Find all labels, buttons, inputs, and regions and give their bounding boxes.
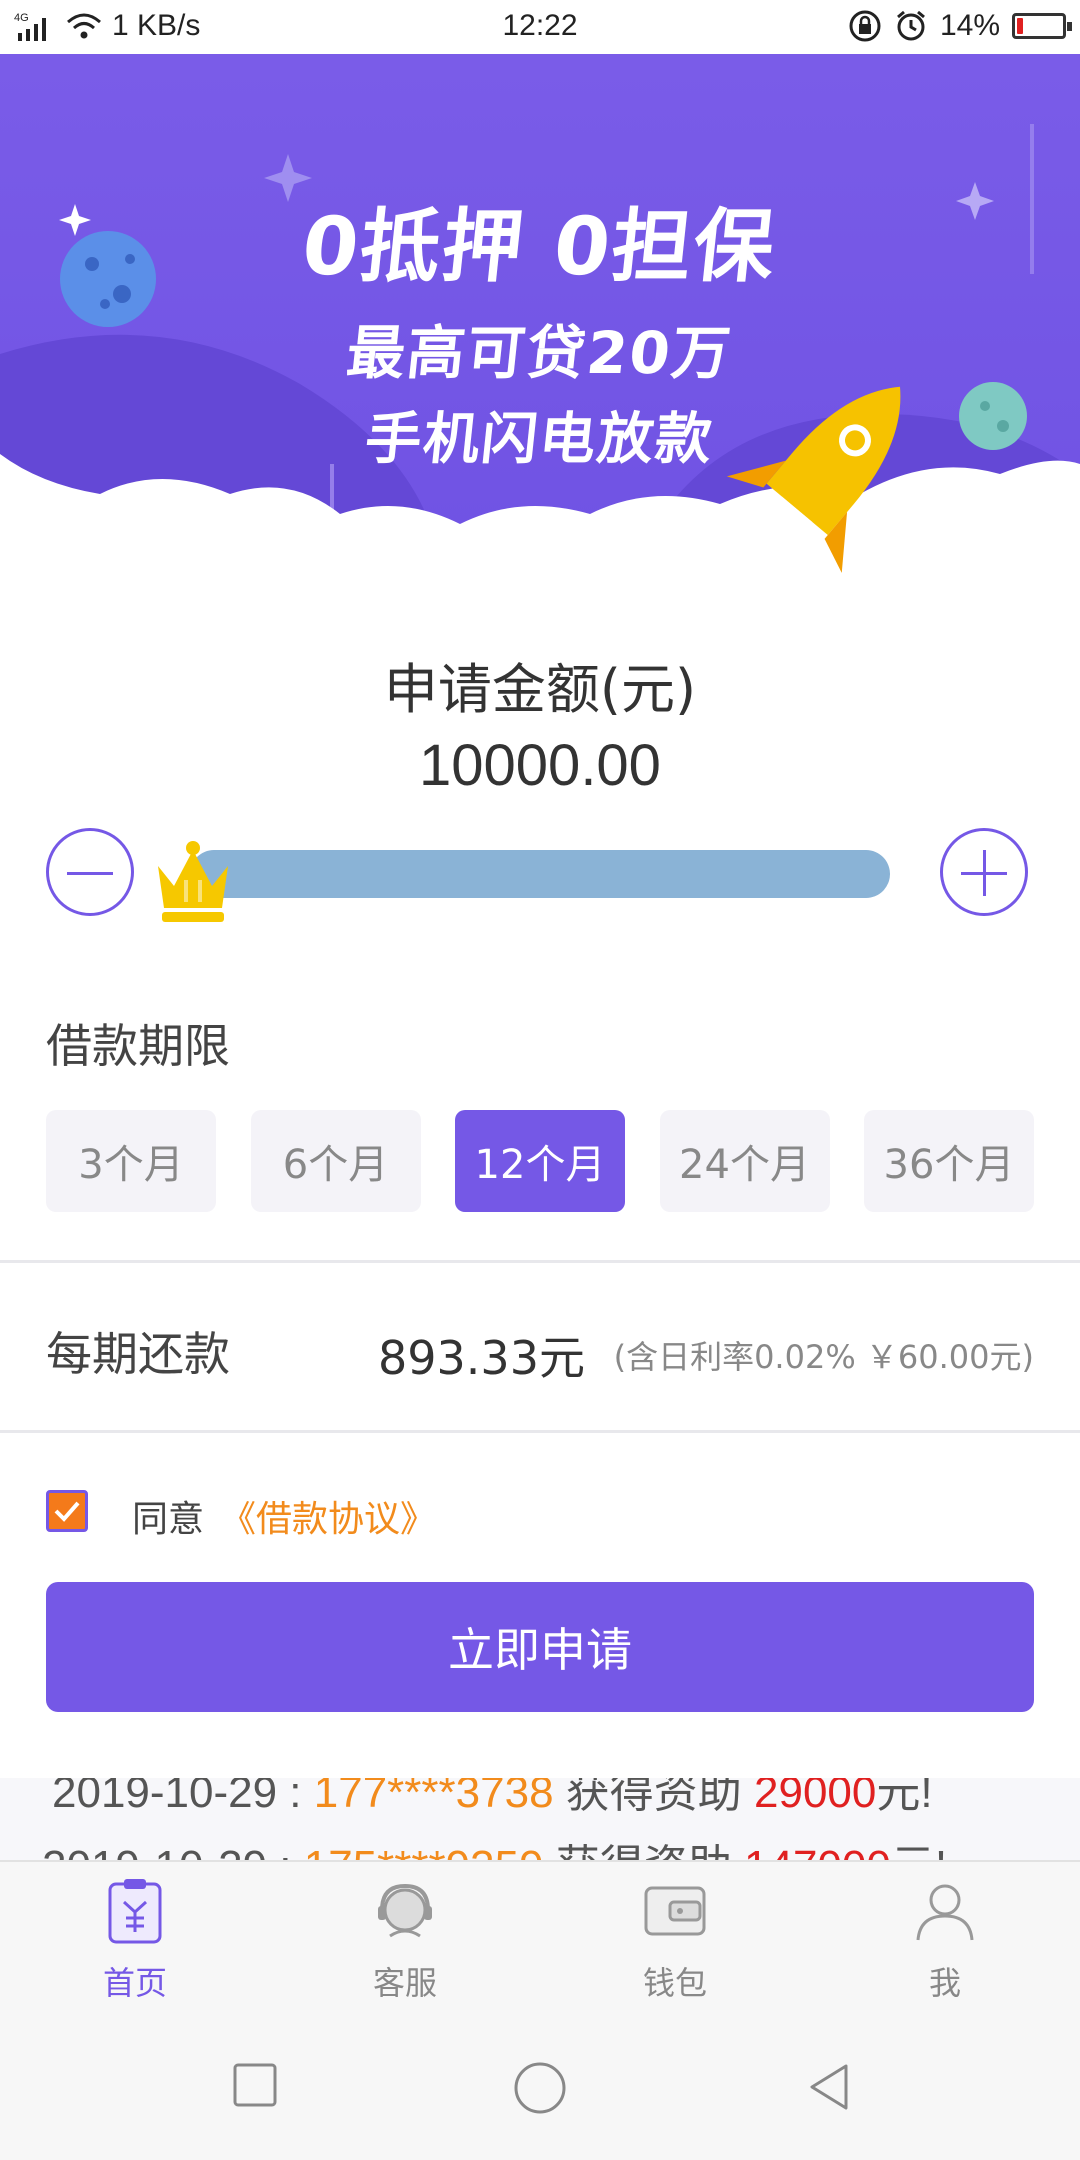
decrease-amount-button[interactable] — [46, 828, 134, 916]
loan-ticker: 2019-10-29 : 177****3738 获得资助 29000元! 20… — [0, 1778, 1080, 1860]
ticker-text: 获得资助 — [544, 1842, 744, 1860]
repayment-value: 893.33元 — [378, 1331, 585, 1385]
customer-service-icon — [378, 1883, 432, 1938]
loan-term-label: 借款期限 — [46, 1019, 230, 1073]
repayment-note: (含日利率0.02% ￥60.00元) — [613, 1338, 1034, 1376]
tab-wallet[interactable]: 钱包 — [540, 1876, 810, 2004]
ticker-suffix: 元! — [876, 1778, 933, 1817]
crown-slider-thumb-icon[interactable] — [148, 836, 238, 928]
tab-home[interactable]: 首页 — [0, 1876, 270, 2004]
tab-label: 钱包 — [642, 1964, 707, 2002]
status-right: 14% — [848, 9, 1072, 43]
ticker-phone: 175****9359 — [304, 1842, 544, 1860]
ticker-suffix: 元! — [891, 1842, 947, 1860]
ticker-text: 获得资助 — [553, 1778, 754, 1817]
alarm-icon — [896, 10, 925, 41]
term-option[interactable]: 6个月 — [250, 1110, 421, 1212]
profile-icon — [916, 1884, 974, 1941]
ticker-item: 2019-10-29 : 177****3738 获得资助 29000元! — [52, 1778, 933, 1820]
amount-value: 10000.00 — [419, 733, 661, 798]
banner-headline: 0抵押 0担保 — [297, 200, 781, 293]
repayment-label: 每期还款 — [46, 1327, 230, 1381]
promo-banner[interactable]: 0抵押 0担保 最高可贷20万 手机闪电放款 — [0, 54, 1080, 584]
banner-tagline: 手机闪电放款 — [362, 407, 717, 472]
tab-label: 我 — [928, 1964, 961, 2002]
back-icon[interactable] — [806, 2062, 852, 2112]
wallet-icon — [644, 1886, 706, 1936]
ticker-amount: 147000 — [744, 1842, 891, 1860]
agreement-prefix: 同意 — [132, 1499, 205, 1540]
rotation-lock-icon — [849, 10, 881, 42]
term-option[interactable]: 12个月 — [455, 1110, 625, 1212]
tab-label: 客服 — [372, 1964, 437, 2002]
recent-apps-icon[interactable] — [232, 2062, 278, 2108]
ticker-date: 2019-10-29 : — [52, 1778, 314, 1817]
term-option[interactable]: 3个月 — [46, 1110, 216, 1212]
system-nav-bar — [0, 2010, 1080, 2160]
tab-profile[interactable]: 我 — [810, 1876, 1080, 2004]
term-option[interactable]: 36个月 — [864, 1110, 1034, 1212]
ticker-amount: 29000 — [754, 1778, 877, 1817]
loan-term-options: 3个月 6个月 12个月 24个月 36个月 — [46, 1110, 1034, 1212]
battery-percent: 14% — [939, 9, 1000, 42]
tab-customer-service[interactable]: 客服 — [270, 1876, 540, 2004]
ticker-item: 2019-10-29 : 175****9359 获得资助 147000元! — [42, 1830, 947, 1860]
ticker-phone: 177****3738 — [313, 1778, 554, 1817]
amount-title: 申请金额(元) — [383, 658, 697, 721]
battery-fill — [1017, 18, 1023, 34]
banner-subline: 最高可贷20万 — [343, 319, 736, 387]
divider — [0, 1430, 1080, 1433]
tab-label: 首页 — [102, 1964, 167, 2002]
amount-slider-track[interactable] — [190, 850, 890, 898]
minus-icon — [67, 872, 113, 875]
plus-icon-v — [983, 850, 986, 896]
status-bar: 4G 1 KB/s 12:22 14% — [0, 0, 1080, 54]
bottom-tab-bar: 首页 客服 钱包 我 — [0, 1860, 1080, 2012]
home-nav-icon[interactable] — [512, 2060, 568, 2116]
home-icon — [108, 1879, 162, 1944]
loan-agreement-link[interactable]: 《借款协议》 — [220, 1490, 436, 1542]
battery-icon — [1012, 13, 1072, 39]
agreement-checkbox[interactable] — [46, 1490, 88, 1532]
increase-amount-button[interactable] — [940, 828, 1028, 916]
checkmark-icon — [54, 1501, 80, 1522]
apply-now-button[interactable]: 立即申请 — [46, 1582, 1034, 1712]
term-option[interactable]: 24个月 — [659, 1110, 830, 1212]
ticker-date: 2019-10-29 : — [42, 1842, 304, 1860]
divider — [0, 1260, 1080, 1263]
